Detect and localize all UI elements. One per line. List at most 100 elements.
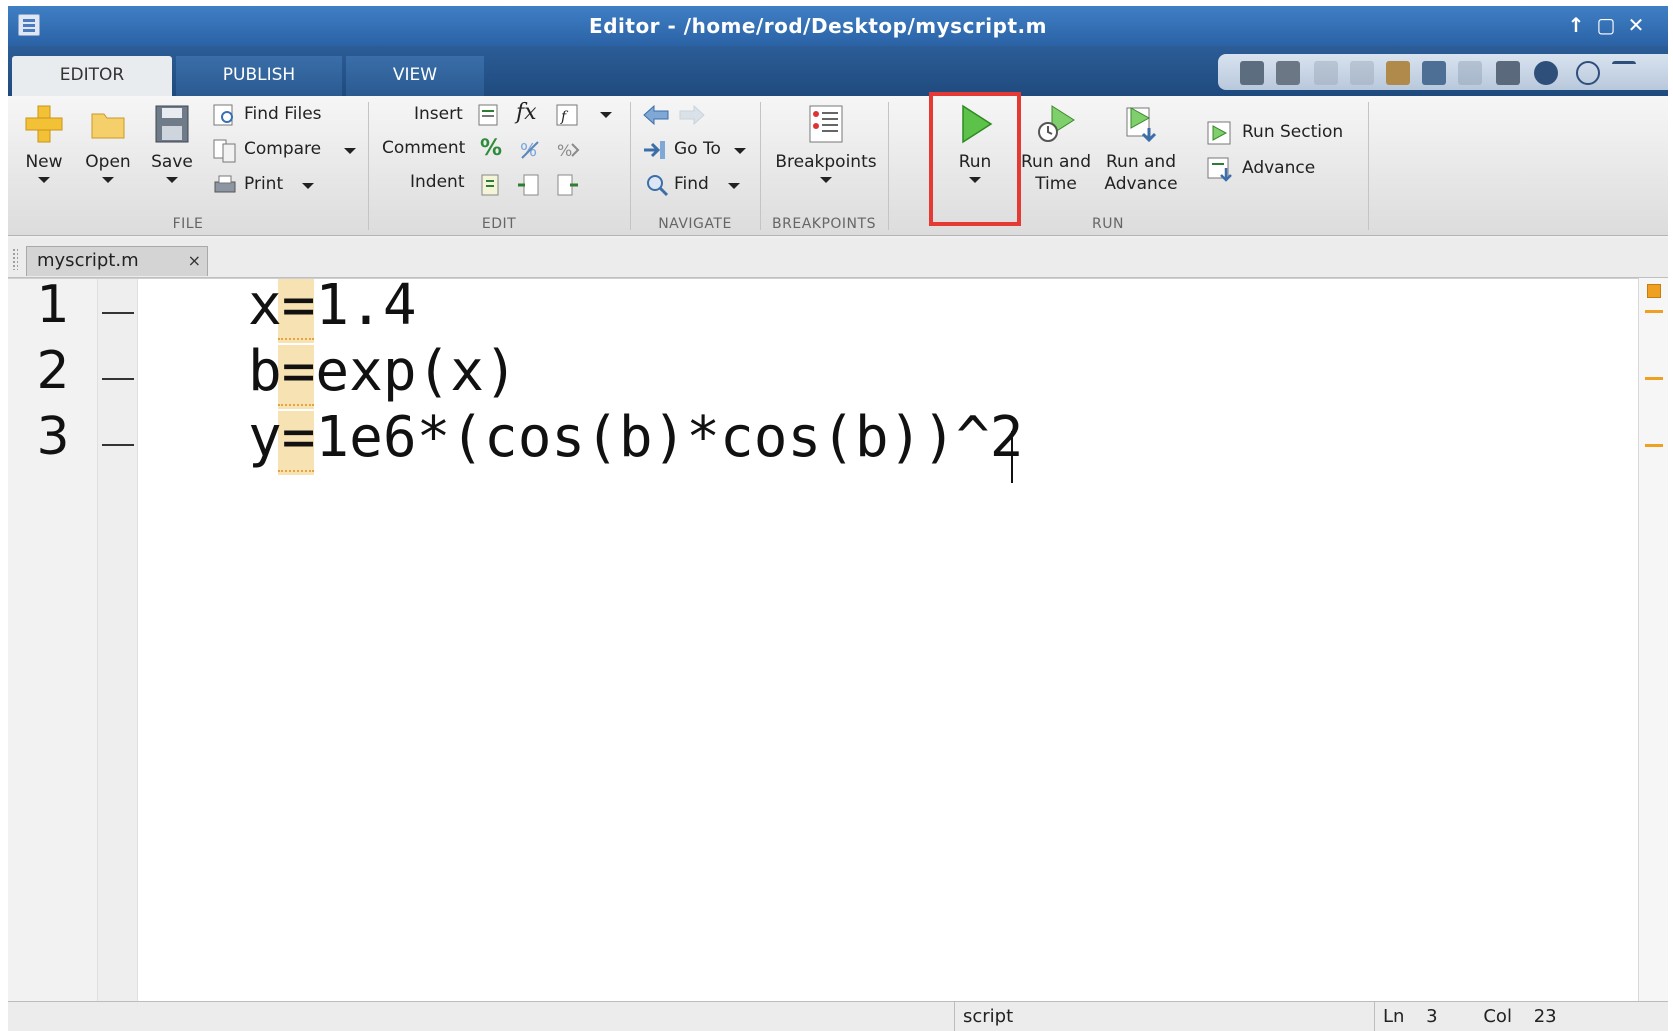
run-and-advance-line1: Run and bbox=[1106, 152, 1176, 172]
goto-button[interactable]: Go To bbox=[674, 139, 721, 159]
publish-icon[interactable] bbox=[1240, 61, 1264, 85]
separator bbox=[1368, 102, 1369, 230]
drag-handle-icon[interactable] bbox=[12, 248, 18, 270]
breakpoints-button[interactable]: Breakpoints bbox=[766, 102, 886, 183]
indent-label: Indent bbox=[410, 172, 465, 192]
title-bar: Editor - /home/rod/Desktop/myscript.m ↑ … bbox=[8, 6, 1668, 46]
copy-icon[interactable] bbox=[1350, 61, 1374, 85]
breakpoint-dash[interactable] bbox=[102, 444, 134, 446]
code-line[interactable]: b=exp(x) bbox=[248, 339, 518, 405]
comment-label: Comment bbox=[382, 138, 466, 158]
save-dropdown-icon[interactable] bbox=[166, 177, 178, 183]
text-cursor bbox=[1011, 431, 1013, 483]
breakpoint-dash[interactable] bbox=[102, 378, 134, 380]
find-dropdown-icon[interactable] bbox=[728, 183, 740, 189]
run-and-advance-button[interactable]: Run and Advance bbox=[1096, 102, 1186, 195]
ln-value: 3 bbox=[1426, 1006, 1438, 1027]
col-label: Col bbox=[1483, 1006, 1512, 1027]
new-dropdown-icon[interactable] bbox=[38, 177, 50, 183]
insert-dropdown-icon[interactable] bbox=[600, 112, 612, 118]
collapse-ribbon-icon[interactable] bbox=[1612, 61, 1636, 85]
insert-function-icon[interactable]: fx bbox=[516, 100, 537, 125]
warning-marker[interactable] bbox=[1645, 310, 1663, 313]
forward-arrow-icon[interactable] bbox=[678, 102, 706, 128]
new-button[interactable]: New bbox=[18, 102, 70, 183]
warning-marker[interactable] bbox=[1645, 377, 1663, 380]
separator bbox=[760, 102, 761, 230]
ribbon-tab-strip: EDITOR PUBLISH VIEW bbox=[8, 46, 1668, 96]
warning-marker[interactable] bbox=[1645, 444, 1663, 447]
print-dropdown-icon[interactable] bbox=[302, 183, 314, 189]
run-section-button[interactable]: Run Section bbox=[1242, 122, 1343, 142]
document-tab-label: myscript.m bbox=[37, 250, 139, 271]
tab-editor[interactable]: EDITOR bbox=[12, 56, 172, 96]
close-icon[interactable]: ✕ bbox=[1624, 13, 1648, 37]
new-icon bbox=[25, 105, 63, 143]
cut-icon[interactable] bbox=[1314, 61, 1338, 85]
run-and-time-line1: Run and bbox=[1021, 152, 1091, 172]
code-editor[interactable]: 1 2 3 x=1.4 b=exp(x) y=1e6*(cos(b)*cos(b… bbox=[8, 273, 1638, 1002]
warning-summary-icon[interactable] bbox=[1647, 284, 1661, 298]
print-button[interactable]: Print bbox=[244, 174, 283, 194]
compare-button[interactable]: Compare bbox=[244, 139, 321, 159]
insert-section-icon[interactable] bbox=[476, 102, 502, 128]
run-and-advance-line2: Advance bbox=[1104, 174, 1178, 194]
goto-icon bbox=[642, 137, 668, 163]
decrease-indent-icon[interactable] bbox=[554, 172, 580, 198]
breakpoints-label: Breakpoints bbox=[775, 152, 877, 172]
col-value: 23 bbox=[1533, 1006, 1557, 1027]
find-files-icon bbox=[212, 102, 238, 128]
smart-indent-icon[interactable] bbox=[478, 172, 504, 198]
print-icon bbox=[212, 172, 238, 198]
open-label: Open bbox=[85, 152, 131, 172]
tab-view[interactable]: VIEW bbox=[346, 56, 484, 96]
undo-icon[interactable] bbox=[1422, 61, 1446, 85]
edit-section-label: EDIT bbox=[481, 216, 517, 232]
comment-percent-icon[interactable]: % bbox=[480, 136, 502, 161]
back-arrow-icon[interactable] bbox=[642, 102, 670, 128]
message-indicator-bar[interactable] bbox=[1638, 278, 1668, 1001]
maximize-icon[interactable]: ▢ bbox=[1594, 13, 1618, 37]
save-disk-icon bbox=[155, 105, 189, 143]
find-files-button[interactable]: Find Files bbox=[244, 104, 322, 124]
separator bbox=[888, 102, 889, 230]
compare-dropdown-icon[interactable] bbox=[344, 148, 356, 154]
paste-icon[interactable] bbox=[1386, 61, 1410, 85]
file-section-label: FILE bbox=[172, 216, 204, 232]
insert-label: Insert bbox=[414, 104, 463, 124]
breakpoint-column[interactable] bbox=[98, 279, 138, 1002]
advance-button[interactable]: Advance bbox=[1242, 158, 1315, 178]
redo-icon[interactable] bbox=[1458, 61, 1482, 85]
function-hints-icon[interactable]: f bbox=[554, 102, 580, 128]
help-icon[interactable] bbox=[1534, 61, 1558, 85]
breakpoint-dash[interactable] bbox=[102, 312, 134, 314]
save-icon[interactable] bbox=[1276, 61, 1300, 85]
code-line[interactable]: y=1e6*(cos(b)*cos(b))^2 bbox=[248, 405, 1023, 471]
breakpoints-section-label: BREAKPOINTS bbox=[772, 216, 876, 232]
run-and-time-button[interactable]: Run and Time bbox=[1018, 102, 1094, 195]
open-dropdown-icon[interactable] bbox=[102, 177, 114, 183]
undock-icon[interactable]: ↑ bbox=[1564, 13, 1588, 37]
document-tab[interactable]: myscript.m × bbox=[26, 246, 208, 276]
uncomment-icon[interactable]: % bbox=[516, 136, 544, 164]
goto-dropdown-icon[interactable] bbox=[734, 148, 746, 154]
run-section-icon bbox=[1206, 120, 1234, 146]
compare-icon bbox=[212, 137, 238, 163]
close-tab-icon[interactable]: × bbox=[188, 251, 201, 270]
increase-indent-icon[interactable] bbox=[516, 172, 542, 198]
open-button[interactable]: Open bbox=[80, 102, 136, 183]
svg-text:%: % bbox=[557, 141, 572, 160]
tab-publish[interactable]: PUBLISH bbox=[176, 56, 342, 96]
switch-windows-icon[interactable] bbox=[1496, 61, 1520, 85]
save-button[interactable]: Save bbox=[146, 102, 198, 183]
quick-access-toolbar bbox=[1218, 54, 1668, 90]
wrap-comments-icon[interactable]: % bbox=[554, 136, 582, 164]
run-and-time-line2: Time bbox=[1035, 174, 1077, 194]
document-tab-bar: myscript.m × bbox=[8, 238, 1668, 278]
run-and-advance-icon bbox=[1126, 107, 1157, 143]
find-button[interactable]: Find bbox=[674, 174, 709, 194]
breakpoints-dropdown-icon[interactable] bbox=[820, 177, 832, 183]
options-icon[interactable] bbox=[1576, 61, 1600, 85]
window-title: Editor - /home/rod/Desktop/myscript.m bbox=[589, 14, 1047, 38]
code-line[interactable]: x=1.4 bbox=[248, 273, 417, 339]
